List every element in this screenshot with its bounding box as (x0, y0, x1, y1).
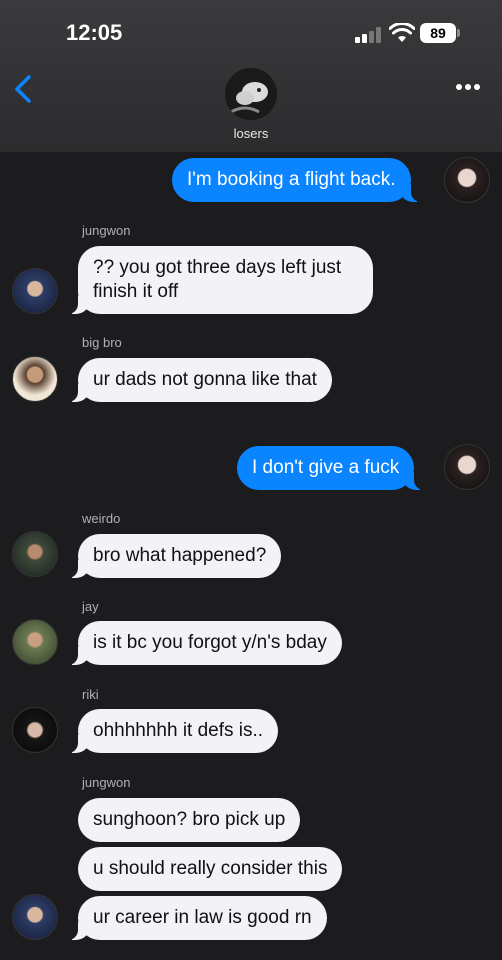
incoming-message[interactable]: ur dads not gonna like that (67, 358, 332, 402)
chat-header: 12:05 89 losers (0, 0, 502, 152)
incoming-message[interactable]: ?? you got three days left just finish i… (67, 246, 373, 314)
incoming-message[interactable]: ohhhhhhh it defs is.. (66, 709, 279, 753)
outgoing-message[interactable]: I'm booking a flight back. (172, 158, 422, 202)
message-text: I don't give a fuck (252, 457, 400, 478)
incoming-message[interactable]: ur career in law is good rn (67, 896, 327, 940)
avatar[interactable] (444, 444, 490, 490)
message-text: ohhhhhhh it defs is.. (93, 720, 264, 741)
avatar[interactable] (12, 531, 58, 577)
message-text: bro what happened? (93, 545, 267, 566)
incoming-message[interactable]: is it bc you forgot y/n's bday (67, 621, 342, 665)
message-text: u should really consider this (93, 858, 328, 879)
incoming-message[interactable]: bro what happened? (66, 534, 282, 578)
wifi-icon (389, 23, 415, 42)
message-text: ?? you got three days left just finish i… (93, 257, 342, 302)
incoming-message[interactable]: sunghoon? bro pick up (78, 798, 301, 842)
avatar[interactable] (12, 268, 58, 314)
battery-nub (457, 29, 460, 37)
status-bar: 12:05 89 (0, 0, 502, 60)
more-icon[interactable] (456, 84, 482, 92)
sender-name: jay (82, 599, 99, 614)
message-text: sunghoon? bro pick up (93, 809, 286, 830)
signal-icon (355, 27, 383, 43)
avatar[interactable] (12, 894, 58, 940)
status-time: 12:05 (66, 20, 123, 45)
sender-name: jungwon (82, 223, 131, 238)
message-text: ur dads not gonna like that (93, 369, 317, 390)
avatar[interactable] (12, 619, 58, 665)
incoming-message[interactable]: u should really consider this (78, 847, 343, 891)
sender-name: jungwon (82, 775, 131, 790)
sender-name: riki (82, 687, 99, 702)
avatar[interactable] (12, 707, 58, 753)
sender-name: big bro (82, 335, 122, 350)
message-text: I'm booking a flight back. (187, 169, 396, 190)
group-avatar[interactable] (225, 68, 277, 120)
avatar[interactable] (444, 157, 490, 203)
message-text: is it bc you forgot y/n's bday (93, 632, 327, 653)
group-name[interactable]: losers (0, 126, 502, 141)
avatar[interactable] (12, 356, 58, 402)
outgoing-message[interactable]: I don't give a fuck (237, 446, 426, 490)
sender-name: weirdo (82, 511, 121, 526)
chevron-left-icon[interactable] (12, 74, 34, 104)
message-text: ur career in law is good rn (93, 907, 312, 928)
battery-icon: 89 (420, 23, 456, 43)
